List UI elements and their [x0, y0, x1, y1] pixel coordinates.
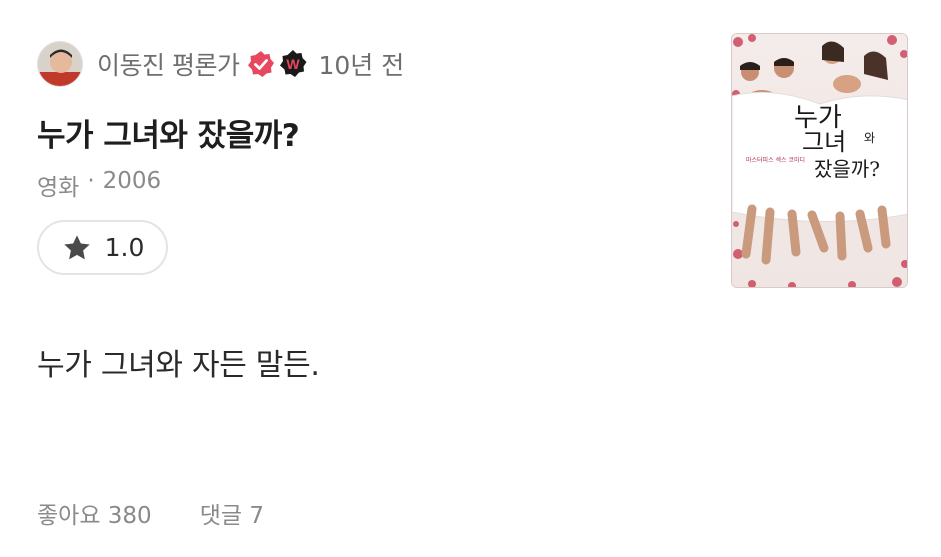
movie-poster[interactable]: 누가 그녀 와 잤을까? 마스터피스 섹스 코미디 — [731, 33, 908, 288]
rating-value: 1.0 — [104, 233, 145, 262]
poster-title-4: 잤을까? — [814, 157, 880, 181]
review-footer: 좋아요 380 댓글 7 — [37, 496, 264, 530]
poster-title-2: 그녀 — [802, 128, 846, 156]
time-ago: 10년 전 — [318, 51, 405, 80]
content-title[interactable]: 누가 그녀와 잤을까? — [37, 110, 300, 155]
review-card: 이동진 평론가 W 10년 전 누가 그녀와 잤을까? 영화 · 2006 1.… — [0, 0, 941, 557]
content-year: 2006 — [102, 168, 162, 194]
poster-image: 누가 그녀 와 잤을까? 마스터피스 섹스 코미디 — [732, 34, 907, 287]
avatar[interactable] — [37, 41, 83, 87]
like-count[interactable]: 좋아요 380 — [37, 496, 152, 530]
content-category: 영화 — [37, 175, 80, 201]
author-row[interactable]: 이동진 평론가 W 10년 전 — [37, 40, 404, 88]
author-name[interactable]: 이동진 평론가 — [97, 46, 240, 82]
review-text[interactable]: 누가 그녀와 자든 말든. — [37, 340, 320, 384]
poster-title-3: 와 — [864, 131, 875, 145]
poster-tagline: 마스터피스 섹스 코미디 — [746, 156, 805, 164]
w-badge-icon: W — [280, 50, 307, 77]
verified-icon — [248, 51, 275, 77]
meta-separator: · — [87, 168, 95, 194]
star-icon — [63, 234, 90, 259]
svg-text:W: W — [287, 56, 301, 72]
content-meta: 영화 · 2006 — [37, 168, 161, 202]
avatar-photo — [38, 42, 82, 86]
rating-badge: 1.0 — [37, 220, 168, 275]
comment-count[interactable]: 댓글 7 — [200, 496, 264, 530]
